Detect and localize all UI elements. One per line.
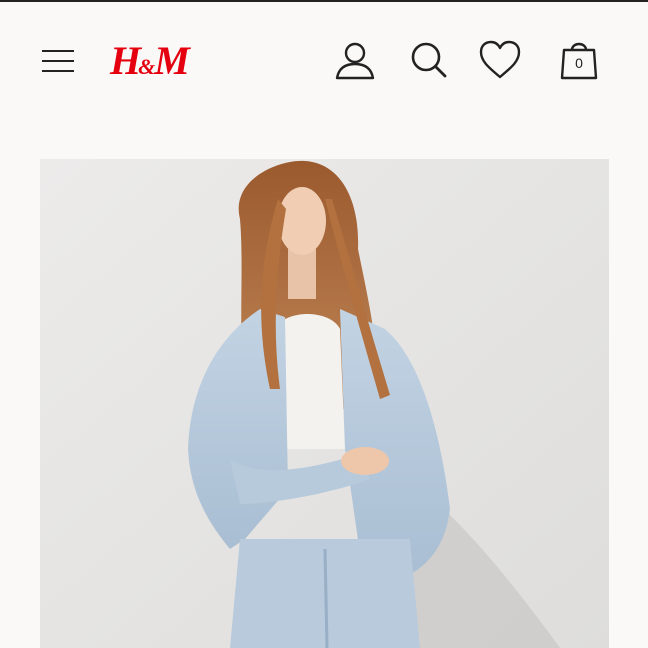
- hero-photo-illustration: [40, 159, 609, 648]
- cart-button[interactable]: 0: [554, 36, 604, 86]
- user-icon: [335, 42, 375, 80]
- menu-button[interactable]: [40, 46, 76, 76]
- search-icon: [411, 42, 447, 78]
- jeans-seam: [323, 548, 329, 648]
- menu-icon-bar: [42, 70, 74, 72]
- menu-icon-bar: [42, 50, 74, 52]
- hero-image[interactable]: [40, 159, 609, 648]
- heart-icon: [479, 40, 521, 79]
- cart-count-badge: 0: [575, 55, 583, 71]
- account-button[interactable]: [330, 36, 380, 86]
- search-button[interactable]: [403, 36, 453, 86]
- face: [278, 187, 326, 255]
- site-header: H&M 0: [0, 2, 648, 112]
- favorites-button[interactable]: [475, 36, 525, 86]
- brand-logo[interactable]: H&M: [110, 38, 190, 84]
- menu-icon-bar: [42, 60, 74, 62]
- neck: [288, 249, 316, 299]
- hand: [341, 447, 389, 475]
